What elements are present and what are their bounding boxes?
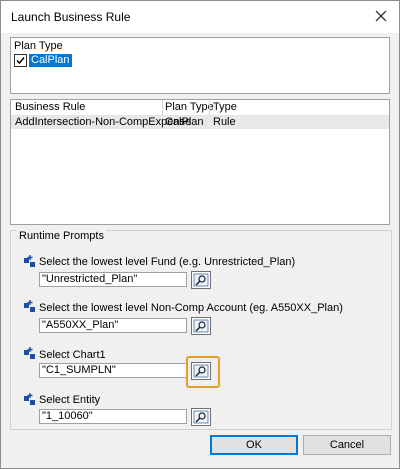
member-prompt-icon (24, 300, 35, 312)
member-selector-button-chart1[interactable] (191, 362, 211, 380)
prompt-label-non-comp-account: Select the lowest level Non-Comp Account… (39, 302, 343, 314)
prompt-input-entity[interactable]: "1_10060" (39, 409, 187, 424)
plan-type-checkbox[interactable] (14, 54, 27, 67)
runtime-prompts-legend: Runtime Prompts (17, 230, 106, 242)
member-prompt-icon (24, 255, 35, 267)
cell-plan-type: CalPlan (165, 116, 204, 128)
prompt-input-fund[interactable]: "Unrestricted_Plan" (39, 272, 187, 287)
window-title: Launch Business Rule (11, 10, 131, 24)
runtime-prompts-group: Runtime Prompts Select the lowest level … (10, 230, 392, 430)
cancel-button[interactable]: Cancel (303, 435, 391, 455)
table-row[interactable]: AddIntersection-Non-CompExpense CalPlan … (11, 116, 389, 129)
plan-type-list: Plan Type CalPlan (10, 37, 390, 94)
ok-button[interactable]: OK (210, 435, 298, 455)
cell-type: Rule (213, 116, 236, 128)
close-icon (375, 10, 387, 22)
plan-type-item-label: CalPlan (29, 54, 72, 67)
column-divider[interactable] (209, 100, 210, 115)
table-header: Business Rule Plan Type Type (11, 100, 389, 116)
member-prompt-icon (24, 393, 35, 405)
title-bar: Launch Business Rule (1, 1, 399, 33)
plan-type-label: Plan Type (14, 40, 63, 52)
column-header-type[interactable]: Type (213, 101, 237, 113)
business-rules-table: Business Rule Plan Type Type AddIntersec… (10, 99, 390, 225)
column-header-business-rule[interactable]: Business Rule (15, 101, 85, 113)
column-header-plan-type[interactable]: Plan Type (165, 101, 214, 113)
launch-business-rule-dialog: Launch Business Rule Plan Type CalPlan B… (0, 0, 400, 469)
member-selector-button-fund[interactable] (191, 271, 211, 289)
member-selector-icon (193, 273, 209, 287)
column-divider[interactable] (162, 100, 163, 115)
member-selector-icon (193, 319, 209, 333)
member-selector-icon (193, 410, 209, 424)
prompt-label-chart1: Select Chart1 (39, 349, 106, 361)
prompt-label-fund: Select the lowest level Fund (e.g. Unres… (39, 256, 296, 268)
member-selector-icon (193, 364, 209, 378)
member-selector-button-non-comp-account[interactable] (191, 317, 211, 335)
prompt-label-entity: Select Entity (39, 394, 101, 406)
prompt-input-chart1[interactable]: "C1_SUMPLN" (39, 363, 187, 378)
member-prompt-icon (24, 347, 35, 359)
member-selector-button-entity[interactable] (191, 408, 211, 426)
close-button[interactable] (371, 6, 391, 26)
plan-type-item-calplan[interactable]: CalPlan (14, 54, 72, 67)
check-icon (16, 57, 25, 65)
prompt-input-non-comp-account[interactable]: "A550XX_Plan" (39, 318, 187, 333)
